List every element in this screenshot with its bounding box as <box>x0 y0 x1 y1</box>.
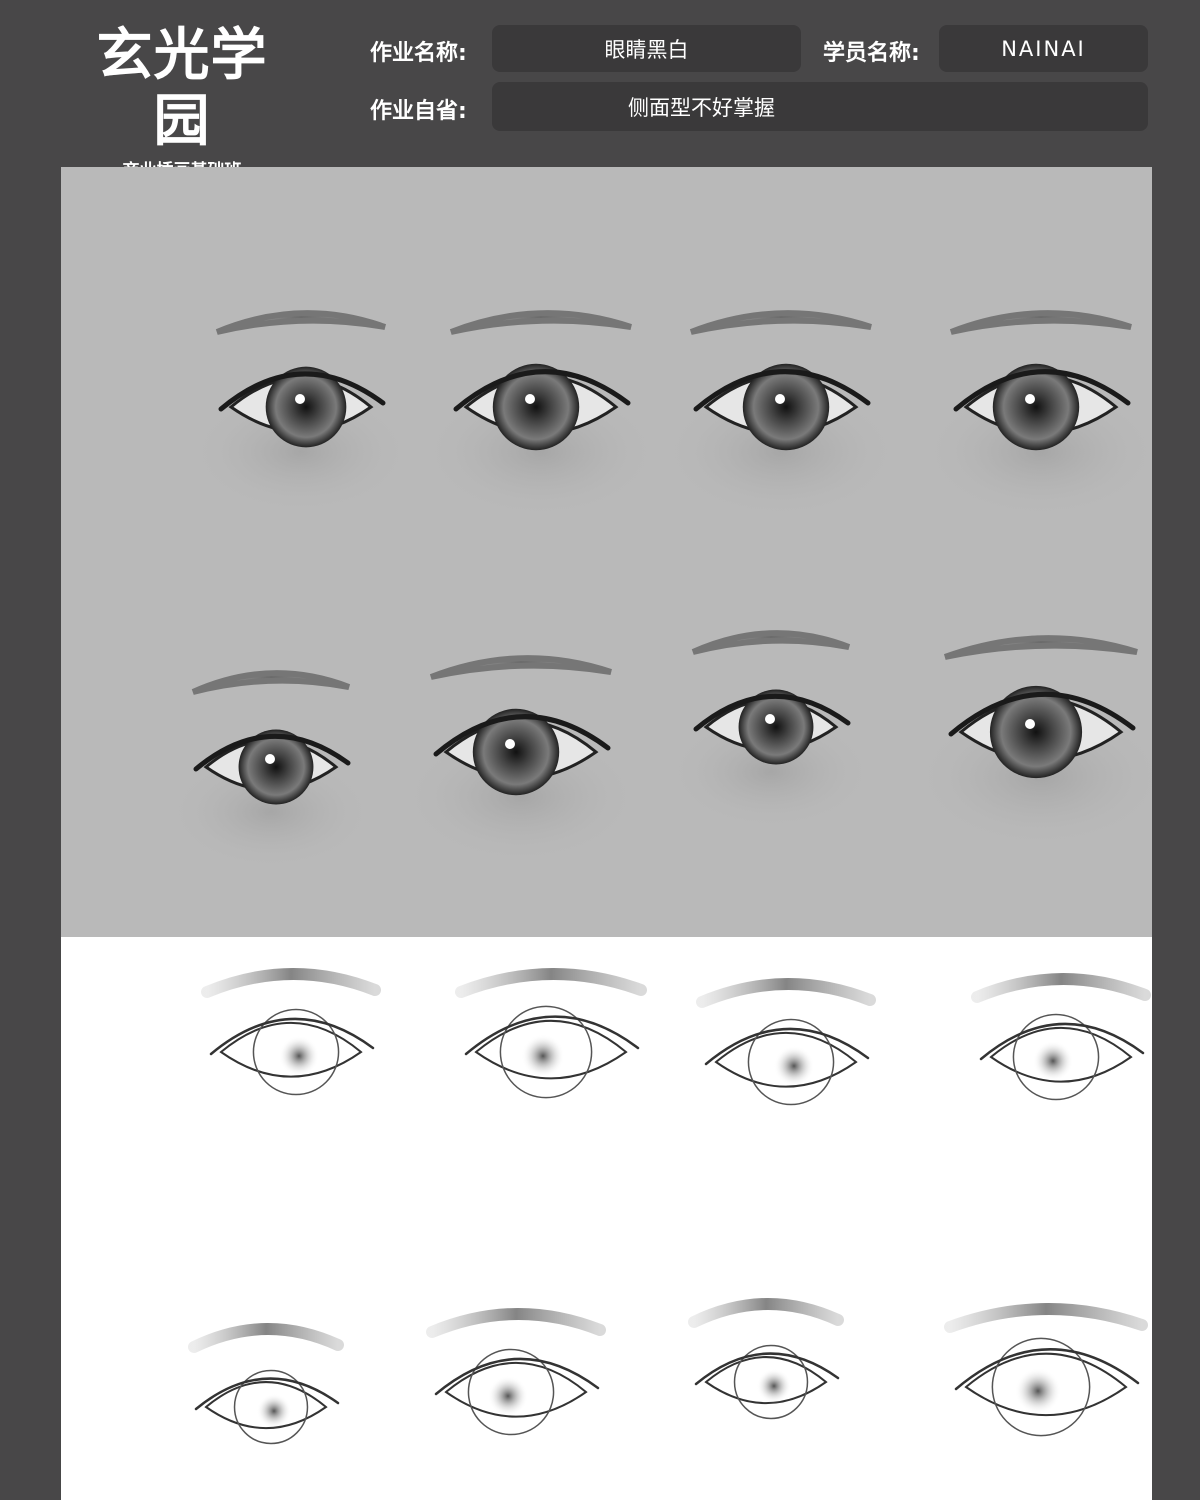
reflection-value: 侧面型不好掌握 <box>628 95 775 120</box>
student-name-field[interactable]: NAINAI <box>939 25 1148 72</box>
eye-highlight <box>505 739 515 749</box>
pupil-shade <box>521 1034 565 1078</box>
eyebrow <box>426 1308 606 1338</box>
reflection-field[interactable]: 侧面型不好掌握 <box>492 82 1148 131</box>
eyebrow <box>696 978 876 1008</box>
reflection-label: 作业自省: <box>370 99 467 124</box>
eyebrow <box>201 968 381 998</box>
pupil-shade <box>773 1045 815 1087</box>
student-name-value: NAINAI <box>1001 36 1086 61</box>
pupil-shade <box>256 1393 292 1429</box>
eyebrow <box>191 670 351 695</box>
pupil-shade <box>1032 1040 1074 1082</box>
eye-highlight <box>775 394 785 404</box>
eyebrow <box>971 973 1151 1003</box>
eye-highlight <box>1025 719 1035 729</box>
work-name-value: 眼睛黑白 <box>604 37 689 62</box>
eyebrow <box>455 968 647 998</box>
logo-title: 玄光学园 <box>96 22 268 154</box>
eyebrow <box>449 310 632 335</box>
eyebrow <box>944 1303 1148 1333</box>
eye-highlight <box>525 394 535 404</box>
eyebrow <box>689 310 872 335</box>
eyebrow <box>429 655 612 680</box>
eyebrow <box>215 310 387 335</box>
pupil-shade <box>1014 1367 1062 1415</box>
eyebrow <box>188 1323 344 1353</box>
eyebrow <box>943 635 1138 660</box>
rendered-eyes-artwork <box>167 310 1152 871</box>
eye-highlight <box>1025 394 1035 404</box>
eyebrow <box>688 1298 844 1328</box>
eyebrow <box>949 310 1132 335</box>
pupil-shade <box>487 1375 529 1417</box>
lineart-eyes-artwork <box>188 968 1151 1445</box>
lineart-eyes-panel <box>61 937 1152 1500</box>
eye-highlight <box>295 394 305 404</box>
work-name-field[interactable]: 眼睛黑白 <box>492 25 801 72</box>
rendered-eyes-panel <box>61 167 1152 937</box>
pupil-shade <box>278 1035 320 1077</box>
work-name-label: 作业名称: <box>370 41 467 66</box>
pupil-shade <box>756 1368 792 1404</box>
eye-highlight <box>265 754 275 764</box>
eyebrow <box>691 630 851 655</box>
eye-highlight <box>765 714 775 724</box>
student-name-label: 学员名称: <box>823 41 920 66</box>
school-logo: 玄光学园 商业插画基础班 <box>72 22 292 181</box>
